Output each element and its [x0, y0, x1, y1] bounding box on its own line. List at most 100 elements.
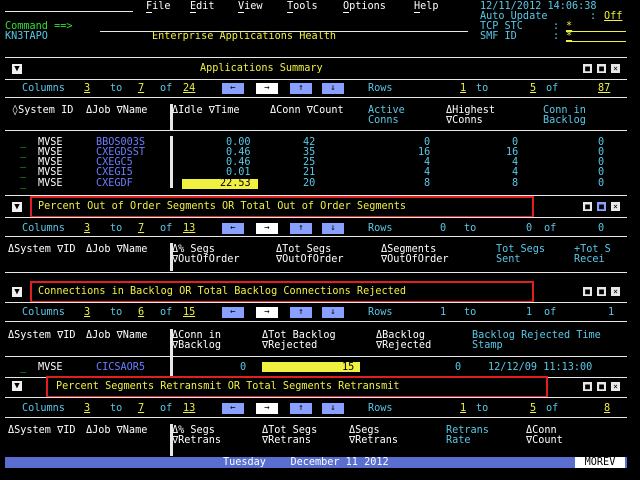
section2-col-from[interactable]: 3	[84, 223, 90, 234]
scroll-right-icon[interactable]: →	[256, 307, 278, 318]
section2-col-to[interactable]: 7	[138, 223, 144, 234]
section4-max-icon[interactable]: ■	[597, 382, 606, 391]
more-button[interactable]: MOREV	[575, 457, 625, 468]
row-backlog: 0	[598, 167, 605, 178]
row-job-name[interactable]: CXEGDF	[96, 178, 133, 189]
columns-label: Columns	[22, 403, 65, 414]
section1-close-icon[interactable]: ×	[611, 64, 620, 73]
section3-close-icon[interactable]: ×	[611, 287, 620, 296]
col-header-conn-count[interactable]: ΔConn ∇Count	[526, 425, 598, 446]
scroll-down-icon[interactable]: ↓	[322, 403, 344, 414]
col-header-retrans-rate[interactable]: Retrans Rate	[446, 425, 516, 446]
scroll-left-icon[interactable]: ←	[222, 83, 244, 94]
col-header-tot-backlog-rejected[interactable]: ΔTot Backlog ∇Rejected	[262, 330, 362, 351]
col-header-segments-ooo[interactable]: ΔSegments ∇OutOfOrder	[381, 244, 477, 265]
section1-max-icon[interactable]: ■	[597, 64, 606, 73]
section2-max-icon[interactable]: ■	[597, 202, 606, 211]
col-header-conn-count[interactable]: ΔConn ∇Count	[270, 105, 350, 116]
row-job-name[interactable]: CXEGI5	[96, 167, 133, 178]
row-system: MVSE	[38, 362, 63, 373]
col-header-tot-ooo[interactable]: ΔTot Segs ∇OutOfOrder	[276, 244, 372, 265]
col-header-system-id[interactable]: ΔSystem ∇ID	[8, 425, 80, 436]
section2-close-icon[interactable]: ×	[611, 202, 620, 211]
section4-row-from[interactable]: 1	[460, 403, 466, 414]
section1-restore-icon[interactable]: ■	[583, 64, 592, 73]
section4-row-to[interactable]: 5	[530, 403, 536, 414]
col-header-conn-backlog[interactable]: ΔConn in ∇Backlog	[172, 330, 258, 351]
col-header-job-name[interactable]: ΔJob ∇Name	[86, 425, 156, 436]
menu-file[interactable]: File	[146, 1, 171, 12]
scroll-right-icon[interactable]: →	[256, 83, 278, 94]
section1-row-to[interactable]: 5	[530, 83, 536, 94]
menu-tools[interactable]: Tools	[287, 1, 318, 12]
scroll-left-icon[interactable]: ←	[222, 403, 244, 414]
row-job-name[interactable]: CICSAOR5	[96, 362, 145, 373]
col-header-job-name[interactable]: ΔJob ∇Name	[86, 330, 156, 341]
scroll-right-icon[interactable]: →	[256, 223, 278, 234]
col-header-active-conns[interactable]: Active Conns	[368, 105, 438, 126]
scroll-up-icon[interactable]: ↑	[290, 83, 312, 94]
col-header-conn-backlog[interactable]: Conn in Backlog	[543, 105, 613, 126]
section1-collapse-icon[interactable]: ▼	[12, 64, 22, 74]
section4-restore-icon[interactable]: ■	[583, 382, 592, 391]
col-header-system-id[interactable]: ΔSystem ∇ID	[8, 330, 80, 341]
section3-max-icon[interactable]: ■	[597, 287, 606, 296]
section4-collapse-icon[interactable]: ▼	[12, 381, 22, 391]
section4-close-icon[interactable]: ×	[611, 382, 620, 391]
col-header-system-id[interactable]: ΔSystem ∇ID	[8, 244, 80, 255]
to-label: to	[110, 307, 123, 318]
scroll-right-icon[interactable]: →	[256, 403, 278, 414]
section3-col-of[interactable]: 15	[183, 307, 195, 318]
col-header-pct-ooo[interactable]: Δ% Segs ∇OutOfOrder	[172, 244, 268, 265]
section2-collapse-icon[interactable]: ▼	[12, 202, 22, 212]
col-header-backlog-rejected[interactable]: ΔBacklog ∇Rejected	[376, 330, 462, 351]
scroll-down-icon[interactable]: ↓	[322, 307, 344, 318]
col-header-system-id[interactable]: ◊System ID	[12, 105, 82, 116]
col-header-segs-retrans[interactable]: ΔSegs ∇Retrans	[349, 425, 419, 446]
columns-label: Columns	[22, 223, 65, 234]
section3-col-from[interactable]: 3	[84, 307, 90, 318]
scroll-left-icon[interactable]: ←	[222, 307, 244, 318]
section2-col-of[interactable]: 13	[183, 223, 195, 234]
col-header-tot-recv[interactable]: +Tot S Recei	[574, 244, 630, 265]
section4-col-to[interactable]: 7	[138, 403, 144, 414]
section3-collapse-icon[interactable]: ▼	[12, 287, 22, 297]
row-system: MVSE	[38, 167, 63, 178]
scroll-left-icon[interactable]: ←	[222, 223, 244, 234]
col-header-job-name[interactable]: ΔJob ∇Name	[86, 244, 156, 255]
rows-label: Rows	[368, 307, 393, 318]
scroll-down-icon[interactable]: ↓	[322, 83, 344, 94]
of-label: of	[160, 83, 173, 94]
scroll-up-icon[interactable]: ↑	[290, 403, 312, 414]
auto-update-value[interactable]: Off	[604, 11, 622, 22]
col-header-job-name[interactable]: ΔJob ∇Name	[86, 105, 156, 116]
col-header-pct-retrans[interactable]: Δ% Segs ∇Retrans	[172, 425, 258, 446]
col-header-idle-time[interactable]: ΔIdle ∇Time	[172, 105, 252, 116]
section1-row-from[interactable]: 1	[460, 83, 466, 94]
section1-col-of[interactable]: 24	[183, 83, 195, 94]
page-title: Enterprise Applications Health	[152, 31, 337, 42]
menu-options[interactable]: Options	[343, 1, 386, 12]
scroll-up-icon[interactable]: ↑	[290, 223, 312, 234]
section3-restore-icon[interactable]: ■	[583, 287, 592, 296]
menu-view[interactable]: View	[238, 1, 263, 12]
col-header-tot-sent[interactable]: Tot Segs Sent	[496, 244, 568, 265]
section4-col-of[interactable]: 13	[183, 403, 195, 414]
row-idle-time: 0.01	[226, 167, 251, 178]
menu-help[interactable]: Help	[414, 1, 439, 12]
col-header-rejected-timestamp[interactable]: Backlog Rejected Time Stamp	[472, 330, 612, 351]
section4-col-from[interactable]: 3	[84, 403, 90, 414]
section1-col-from[interactable]: 3	[84, 83, 90, 94]
section1-row-of[interactable]: 87	[598, 83, 610, 94]
section4-row-of[interactable]: 8	[604, 403, 610, 414]
section2-restore-icon[interactable]: ■	[583, 202, 592, 211]
scroll-down-icon[interactable]: ↓	[322, 223, 344, 234]
section3-row-to: to	[464, 307, 477, 318]
col-header-tot-retrans[interactable]: ΔTot Segs ∇Retrans	[262, 425, 348, 446]
row-idle-time: 22.53	[220, 178, 251, 189]
scroll-up-icon[interactable]: ↑	[290, 307, 312, 318]
section3-col-to[interactable]: 6	[138, 307, 144, 318]
col-header-highest-conns[interactable]: ΔHighest ∇Conns	[446, 105, 526, 126]
menu-edit[interactable]: Edit	[190, 1, 215, 12]
section1-col-to[interactable]: 7	[138, 83, 144, 94]
